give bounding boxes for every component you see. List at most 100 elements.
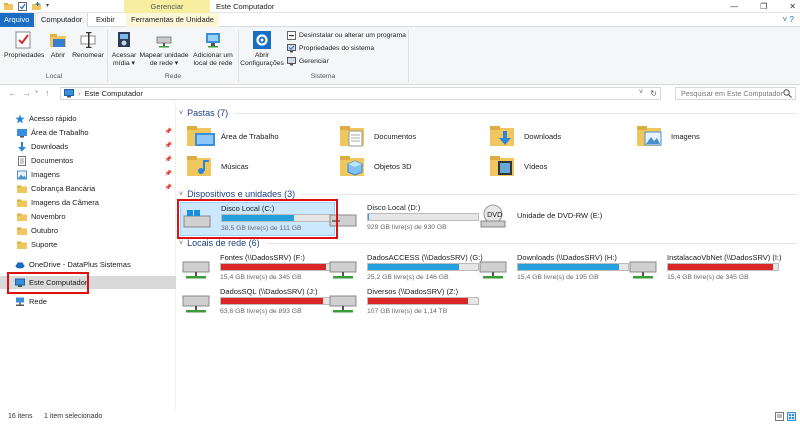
tab-drive-tools[interactable]: Ferramentas de Unidade [126, 13, 219, 27]
status-bar: 16 itens 1 item selecionado [0, 410, 800, 424]
rename-label: Renomear [72, 52, 104, 59]
view-toggle [775, 412, 796, 421]
sidebar-item-folder[interactable]: Outubro [0, 224, 176, 237]
network-drive-z[interactable]: Diversos (\\DadosSRV) (Z:) 107 GB livre(… [327, 286, 482, 320]
folder-3d-objects[interactable]: Objetos 3D [340, 153, 412, 179]
uninstall-program-button[interactable]: Desinstalar ou alterar um programa [287, 31, 406, 40]
address-bar[interactable]: › Este Computador ˅ ↻ [60, 87, 661, 100]
sidebar-item-label: Downloads [31, 142, 69, 151]
network-drive-f[interactable]: Fontes (\\DadosSRV) (F:) 15,4 GB livre(s… [180, 252, 335, 286]
section-divider [265, 242, 797, 244]
large-icons-view-icon[interactable] [787, 412, 796, 421]
address-row: ← → ˅ ↑ › Este Computador ˅ ↻ Pesquisar … [0, 85, 800, 102]
sidebar-item-quick-access[interactable]: Acesso rápido [0, 112, 176, 125]
sidebar-item-folder[interactable]: Novembro [0, 210, 176, 223]
context-tab-manage[interactable]: Gerenciar [124, 0, 210, 13]
usage-bar [367, 297, 479, 305]
folder-documents[interactable]: Documentos [340, 123, 416, 149]
uninstall-label: Desinstalar ou alterar um programa [299, 32, 406, 39]
up-arrow-icon[interactable]: ↑ [45, 88, 50, 98]
section-header-devices[interactable]: ˅ Dispositivos e unidades (3) [177, 189, 797, 199]
system-properties-label: Propriedades do sistema [299, 45, 375, 52]
group-label-network: Rede [164, 73, 182, 80]
folder-downloads[interactable]: Downloads [490, 123, 561, 149]
folder-label: Área de Trabalho [221, 131, 279, 141]
details-view-icon[interactable] [775, 412, 784, 421]
sidebar-item-downloads[interactable]: Downloads 📌 [0, 140, 176, 153]
sidebar-item-onedrive[interactable]: OneDrive - DataPlus Sistemas [0, 258, 176, 271]
cloud-icon [15, 260, 25, 270]
drive-label: Fontes (\\DadosSRV) (F:) [220, 253, 305, 262]
group-separator [408, 30, 409, 82]
back-arrow-icon[interactable]: ← [8, 88, 17, 98]
add-network-location-button[interactable]: Adicionar um local de rede [190, 30, 236, 68]
network-drive-h[interactable]: Downloads (\\DadosSRV) (H:) 15,4 GB livr… [477, 252, 632, 286]
network-drive-i[interactable]: InstalacaoVbNet (\\DadosSRV) (I:) 15,4 G… [627, 252, 782, 286]
folder-label: Imagens [671, 131, 700, 141]
recent-dropdown-icon[interactable]: ˅ [35, 90, 39, 96]
help-icon[interactable]: ˅ ? [783, 15, 794, 24]
tab-view[interactable]: Exibir [91, 13, 120, 27]
properties-button[interactable]: Propriedades [4, 30, 45, 60]
map-network-drive-button[interactable]: Mapear unidade de rede ▾ [139, 30, 189, 68]
refresh-icon[interactable]: ↻ [650, 89, 657, 98]
folder-label: Downloads [524, 131, 562, 141]
folder-label: Objetos 3D [374, 161, 412, 171]
drive-e-dvd[interactable]: DVD Unidade de DVD-RW (E:) [477, 202, 632, 236]
sidebar-item-network[interactable]: Rede [0, 295, 176, 308]
sidebar-item-label: Acesso rápido [29, 114, 77, 123]
sidebar-item-folder[interactable]: Cobrança Bancária 📌 [0, 182, 176, 195]
pin-icon: 📌 [164, 185, 172, 191]
search-box[interactable]: Pesquisar em Este Computador [675, 87, 796, 100]
tab-file[interactable]: Arquivo [0, 13, 34, 27]
folder-small-icon[interactable] [4, 2, 13, 11]
properties-check-icon[interactable] [18, 2, 27, 11]
open-button[interactable]: Abrir [46, 30, 70, 60]
folder-pictures[interactable]: Imagens [637, 123, 700, 149]
customize-dropdown-icon[interactable]: ▾ [46, 2, 55, 11]
folder-desktop[interactable]: Área de Trabalho [187, 123, 279, 149]
forward-arrow-icon[interactable]: → [22, 88, 31, 98]
usage-bar-fill [518, 264, 620, 270]
access-media-button[interactable]: Acessar mídia ▾ [110, 30, 138, 68]
properties-label: Propriedades [4, 52, 45, 59]
pin-icon: 📌 [164, 129, 172, 135]
3d-objects-folder-icon [340, 156, 364, 176]
sidebar-item-desktop[interactable]: Área de Trabalho 📌 [0, 126, 176, 139]
usage-bar-fill [668, 264, 774, 270]
drive-d[interactable]: Disco Local (D:) 929 GB livre(s) de 930 … [327, 202, 482, 236]
system-properties-button[interactable]: Propriedades do sistema [287, 44, 374, 53]
sidebar-item-folder[interactable]: Suporte [0, 238, 176, 251]
folder-music[interactable]: Músicas [187, 153, 249, 179]
sidebar-item-folder[interactable]: Imagens da Câmera [0, 196, 176, 209]
drive-free-space: 15,4 GB livre(s) de 345 GB [667, 274, 749, 281]
rename-button[interactable]: Renomear [72, 30, 104, 60]
collapse-chevron-icon: ˅ [179, 109, 184, 117]
music-folder-icon [187, 156, 211, 176]
new-folder-icon[interactable] [32, 2, 41, 11]
minimize-icon[interactable]: — [730, 2, 738, 11]
usage-bar-fill [368, 214, 370, 220]
network-drive-j[interactable]: DadosSQL (\\DadosSRV) (J:) 63,6 GB livre… [180, 286, 335, 320]
open-settings-button[interactable]: Abrir Configurações [240, 30, 284, 68]
breadcrumb-this-pc[interactable]: Este Computador [85, 89, 143, 98]
manage-button[interactable]: Gerenciar [287, 57, 329, 66]
network-drive-g[interactable]: DadosACCESS (\\DadosSRV) (G:) 25,2 GB li… [327, 252, 483, 286]
maximize-icon[interactable]: ❐ [760, 2, 767, 11]
pin-icon: 📌 [164, 157, 172, 163]
close-icon[interactable]: ✕ [789, 2, 796, 11]
search-icon [783, 89, 792, 98]
folder-videos[interactable]: Vídeos [490, 153, 547, 179]
section-header-folders[interactable]: ˅ Pastas (7) [177, 108, 797, 118]
sidebar-item-label: Suporte [31, 240, 58, 249]
usage-bar-fill [368, 298, 469, 304]
sidebar-item-documents[interactable]: Documentos 📌 [0, 154, 176, 167]
dvd-drive-icon: DVD [480, 204, 506, 228]
address-dropdown-icon[interactable]: ˅ [639, 89, 643, 96]
selection-count: 1 item selecionado [44, 413, 103, 420]
network-drive-icon [479, 261, 507, 279]
sidebar-item-pictures[interactable]: Imagens 📌 [0, 168, 176, 181]
tab-computer[interactable]: Computador [35, 13, 89, 28]
quick-access-toolbar: ▾ [4, 2, 55, 11]
section-header-network-locations[interactable]: ˅ Locais de rede (6) [177, 238, 797, 248]
